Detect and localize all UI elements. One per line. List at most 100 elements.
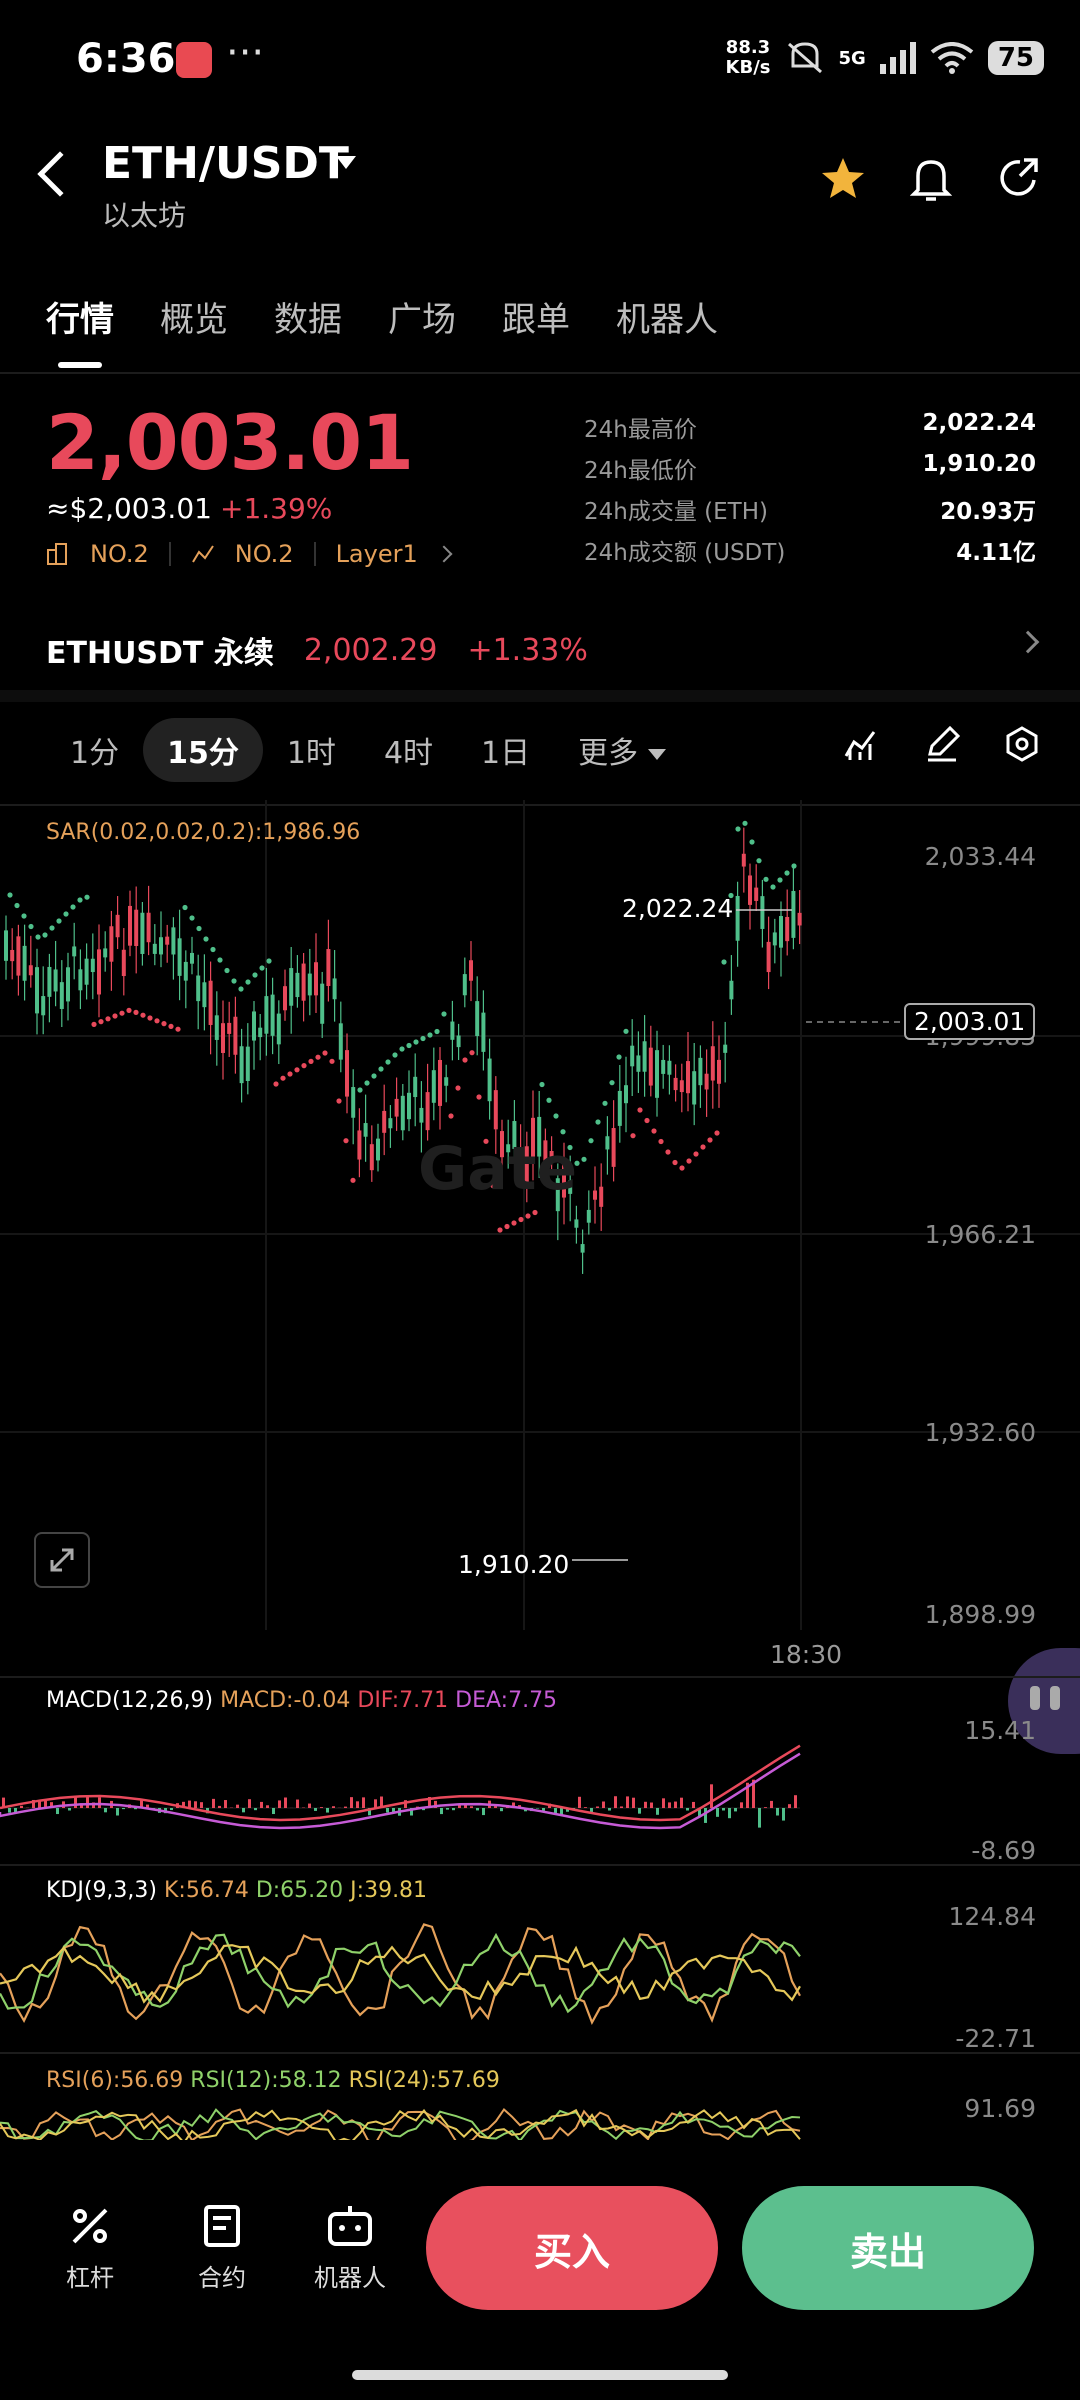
rsi-label: RSI(6):56.69 RSI(12):58.12 RSI(24):57.69 [46, 2068, 500, 2093]
stat-row: 24h最低价 1,910.20 [584, 451, 1036, 484]
interval-1d[interactable]: 1日 [457, 718, 554, 782]
robot-button[interactable]: 机器人 [314, 2204, 386, 2293]
interval-more[interactable]: 更多 [554, 718, 690, 782]
cell-signal-icon [879, 42, 916, 74]
pause-icon-bar [1050, 1686, 1060, 1710]
bell-icon[interactable] [910, 156, 952, 202]
favorite-star-icon[interactable] [820, 156, 866, 200]
share-icon[interactable] [996, 156, 1040, 200]
interval-1h[interactable]: 1时 [263, 718, 360, 782]
y-axis-label: 2,033.44 [924, 842, 1036, 871]
divider [313, 542, 316, 566]
expand-icon [50, 1548, 74, 1572]
sell-button[interactable]: 卖出 [742, 2186, 1034, 2310]
tab-data[interactable]: 数据 [274, 292, 342, 341]
market-cap-rank[interactable]: NO.2 [90, 540, 149, 568]
main-tabs: 行情 概览 数据 广场 跟单 机器人 [46, 292, 718, 341]
tab-robot[interactable]: 机器人 [616, 292, 718, 341]
interval-tabs: 1分 15分 1时 4时 1日 更多 [46, 718, 690, 782]
chevron-right-icon[interactable] [1016, 630, 1040, 654]
high-price-label: 2,022.24 [622, 894, 734, 923]
buy-button[interactable]: 买入 [426, 2186, 718, 2310]
fullscreen-button[interactable] [34, 1532, 90, 1588]
tab-market[interactable]: 行情 [46, 292, 114, 341]
home-indicator[interactable] [352, 2370, 728, 2380]
macd-y-top: 15.41 [964, 1716, 1036, 1745]
interval-1m[interactable]: 1分 [46, 718, 143, 782]
macd-chart [0, 1744, 801, 1830]
macd-y-bottom: -8.69 [971, 1836, 1036, 1865]
divider [0, 690, 1080, 702]
kdj-label: KDJ(9,3,3) K:56.74 D:65.20 J:39.81 [46, 1878, 428, 1903]
indicator-icon[interactable] [844, 726, 880, 762]
watermark: Gate [418, 1134, 578, 1204]
caret-down-icon [647, 749, 666, 760]
candlestick-chart[interactable] [0, 800, 1080, 1630]
last-price-tag: 2,003.01 [904, 1003, 1036, 1040]
divider [0, 1676, 1080, 1678]
leverage-icon [72, 2208, 108, 2244]
draw-pen-icon[interactable] [924, 726, 960, 762]
tab-copy-trade[interactable]: 跟单 [502, 292, 570, 341]
pause-icon [1030, 1686, 1040, 1710]
contract-button[interactable]: 合约 [198, 2204, 246, 2293]
category-tag[interactable]: Layer1 [336, 540, 418, 568]
sar-indicator-label: SAR(0.02,0.02,0.2):1,986.96 [46, 820, 361, 845]
settings-hex-icon[interactable] [1004, 726, 1040, 762]
last-price: 2,003.01 [46, 398, 414, 487]
document-icon [204, 2205, 240, 2247]
status-indicators: 88.3 KB/s 5G 75 [726, 38, 1044, 78]
perpetual-row[interactable]: ETHUSDT 永续 2,002.29 +1.33% [46, 628, 588, 672]
header-actions [820, 156, 1040, 202]
interval-15m[interactable]: 15分 [143, 718, 263, 782]
stat-row: 24h成交量 (ETH) 20.93万 [584, 499, 1036, 525]
stats-panel: 24h最高价 2,022.24 24h最低价 1,910.20 24h成交量 (ET… [584, 410, 1036, 574]
trend-icon [191, 545, 214, 563]
pair-subtitle: 以太坊 [102, 199, 187, 232]
low-price-label: 1,910.20 [458, 1550, 570, 1579]
robot-icon [328, 2206, 372, 2246]
network-speed: 88.3 KB/s [725, 37, 771, 78]
kdj-y-bottom: -22.71 [955, 2024, 1036, 2053]
y-axis-label: 1,898.99 [924, 1600, 1036, 1629]
divider [0, 2052, 1080, 2054]
rsi-chart [0, 2107, 801, 2140]
macd-label: MACD(12,26,9) MACD:-0.04 DIF:7.71 DEA:7.… [46, 1688, 558, 1713]
perp-price: 2,002.29 [303, 632, 438, 668]
tab-underline [58, 362, 102, 368]
back-button[interactable] [37, 151, 83, 197]
perp-change: +1.33% [467, 632, 588, 668]
x-axis-label: 18:30 [770, 1640, 843, 1669]
kdj-chart [0, 1923, 801, 2025]
price-change: +1.39% [220, 492, 333, 525]
rsi-y-top: 91.69 [964, 2094, 1036, 2123]
mute-icon [787, 42, 822, 74]
chevron-right-icon[interactable] [435, 545, 453, 563]
chevron-down-icon[interactable] [336, 156, 356, 169]
y-axis-label: 1,966.21 [924, 1220, 1036, 1249]
battery-level: 75 [987, 41, 1044, 75]
tag-row: NO.2 NO.2 Layer1 [46, 540, 453, 568]
tab-square[interactable]: 广场 [388, 292, 456, 341]
divider [0, 1864, 1080, 1866]
chart-tools [844, 726, 1040, 762]
volume-rank[interactable]: NO.2 [235, 540, 294, 568]
more-notifications-icon: ··· [226, 30, 265, 76]
wifi-icon [930, 42, 974, 74]
signal-type: 5G [838, 47, 866, 69]
rank-icon [47, 543, 67, 565]
status-time: 6:36 [76, 36, 176, 82]
tab-overview[interactable]: 概览 [160, 292, 228, 341]
kdj-y-top: 124.84 [948, 1902, 1036, 1931]
leverage-button[interactable]: 杠杆 [66, 2204, 114, 2293]
price-usd: ≈$2,003.01 [46, 492, 212, 525]
interval-4h[interactable]: 4时 [360, 718, 457, 782]
y-axis-label: 1,932.60 [924, 1418, 1036, 1447]
perp-name: ETHUSDT 永续 [46, 636, 274, 671]
stat-row: 24h成交额 (USDT) 4.11亿 [584, 540, 1036, 566]
divider [168, 542, 171, 566]
stat-row: 24h最高价 2,022.24 [584, 410, 1036, 443]
pair-selector[interactable]: ETH/USDT [102, 138, 349, 189]
app-notification-icon [176, 42, 212, 78]
divider [0, 372, 1080, 374]
